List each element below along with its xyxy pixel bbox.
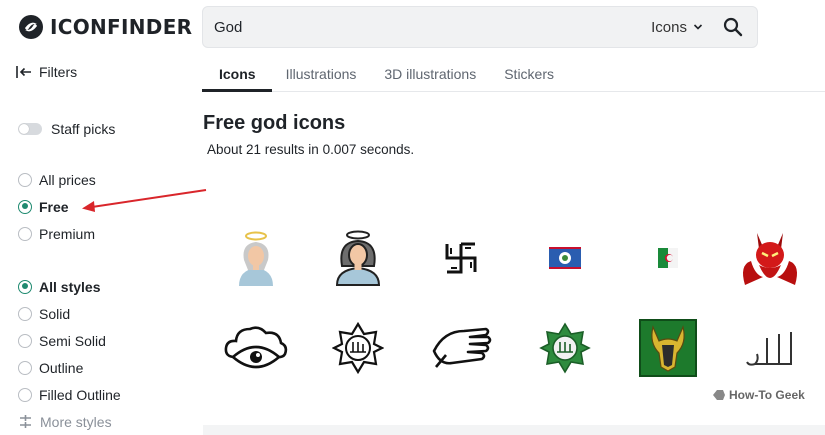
allah-star-outline-icon[interactable] — [313, 308, 403, 388]
radio-label: Outline — [39, 359, 84, 376]
more-styles-label: More styles — [40, 413, 112, 430]
belize-flag-icon[interactable] — [520, 218, 610, 298]
collapse-sidebar-icon — [16, 66, 31, 78]
chevron-down-icon — [693, 24, 703, 30]
radio-button[interactable] — [18, 199, 32, 214]
filter-sidebar: Staff picks All prices Free Premium All … — [18, 118, 188, 435]
radio-premium[interactable]: Premium — [18, 220, 188, 247]
radio-solid[interactable]: Solid — [18, 300, 188, 327]
radio-label: Semi Solid — [39, 332, 106, 349]
radio-button[interactable] — [18, 279, 32, 294]
allah-calligraphy-icon[interactable] — [725, 308, 815, 388]
sliders-icon — [20, 415, 31, 428]
annotation-arrow-icon — [82, 189, 207, 212]
staff-picks-toggle[interactable]: Staff picks — [18, 118, 188, 140]
search-button[interactable] — [713, 7, 753, 47]
asset-type-tabs: Icons Illustrations 3D illustrations Sti… — [202, 56, 825, 92]
howtogeek-logo-icon — [713, 390, 725, 400]
search-input[interactable] — [203, 7, 652, 47]
tab-icons[interactable]: Icons — [202, 56, 272, 92]
search-type-dropdown[interactable]: Icons — [651, 19, 713, 36]
angel-woman-icon[interactable] — [211, 218, 301, 298]
radio-button[interactable] — [18, 360, 32, 375]
iconfinder-logo-icon — [19, 15, 43, 39]
content-divider — [203, 425, 825, 435]
allah-star-green-icon[interactable] — [520, 308, 610, 388]
radio-outline[interactable]: Outline — [18, 354, 188, 381]
radio-button[interactable] — [18, 387, 32, 402]
radio-semi-solid[interactable]: Semi Solid — [18, 327, 188, 354]
praying-hands-icon[interactable] — [416, 308, 506, 388]
watermark: How-To Geek — [712, 388, 805, 402]
watermark-text: How-To Geek — [729, 388, 805, 402]
devil-icon[interactable] — [725, 218, 815, 298]
toggle-switch[interactable] — [18, 123, 42, 135]
radio-label: Filled Outline — [39, 386, 121, 403]
radio-filled-outline[interactable]: Filled Outline — [18, 381, 188, 408]
iconfinder-logo[interactable]: ICONFINDER — [18, 12, 192, 42]
angel-woman-outline-icon[interactable] — [313, 218, 403, 298]
tab-illustrations[interactable]: Illustrations — [272, 56, 371, 92]
search-icon — [723, 17, 743, 37]
eye-cloud-icon[interactable] — [211, 308, 301, 388]
radio-label: Premium — [39, 225, 96, 242]
results-count: About 21 results in 0.007 seconds. — [207, 142, 415, 157]
filters-label: Filters — [39, 64, 78, 80]
radio-label: All styles — [39, 278, 101, 295]
radio-label: Solid — [39, 305, 71, 322]
style-filter: All styles Solid Semi Solid Outline Fill… — [18, 273, 188, 435]
radio-label: Free — [39, 198, 69, 215]
radio-button[interactable] — [18, 333, 32, 348]
search-type-label: Icons — [651, 18, 687, 36]
tab-3d-illustrations[interactable]: 3D illustrations — [370, 56, 490, 92]
filters-toggle[interactable]: Filters — [16, 64, 77, 80]
page-title: Free god icons — [203, 112, 346, 134]
logo-text: ICONFINDER — [50, 15, 193, 39]
radio-button[interactable] — [18, 226, 32, 241]
algeria-flag-icon[interactable] — [623, 218, 713, 298]
loki-helmet-icon[interactable] — [623, 308, 713, 388]
radio-all-styles[interactable]: All styles — [18, 273, 188, 300]
more-styles-link[interactable]: More styles — [18, 408, 188, 435]
staff-picks-label: Staff picks — [51, 121, 116, 137]
search-bar: Icons — [202, 6, 758, 48]
radio-button[interactable] — [18, 172, 32, 187]
tab-stickers[interactable]: Stickers — [490, 56, 568, 92]
swastika-icon[interactable] — [416, 218, 506, 298]
radio-button[interactable] — [18, 306, 32, 321]
